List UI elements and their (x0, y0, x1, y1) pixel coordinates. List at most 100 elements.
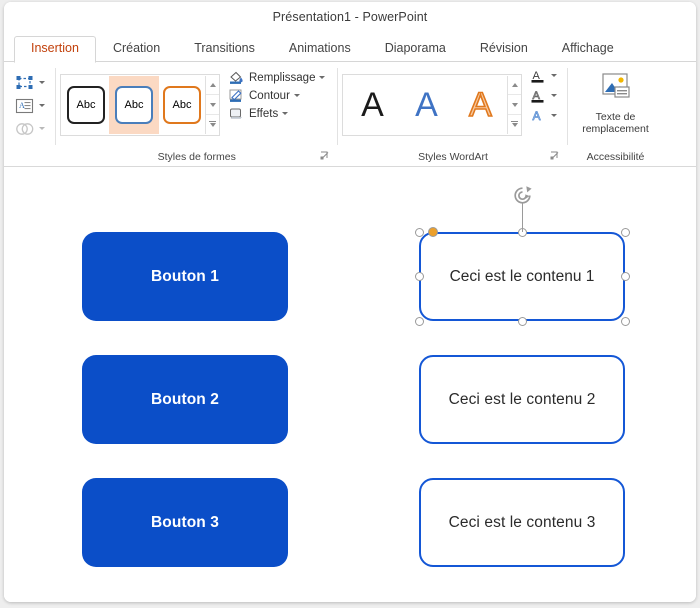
group-separator (567, 68, 569, 145)
scroll-up-button[interactable] (206, 76, 219, 96)
svg-text:A: A (533, 109, 541, 123)
chevron-down-icon[interactable] (319, 76, 326, 79)
wordart-preview-glyph: A (415, 85, 438, 124)
chevron-down-icon[interactable] (39, 81, 45, 84)
group-label-shape-styles: Styles de formes (60, 147, 333, 167)
group-separator (55, 68, 56, 145)
scroll-up-icon (209, 82, 216, 87)
group-label-accessibility: Accessibilité (586, 151, 645, 163)
text-box-icon: A (14, 97, 36, 115)
chevron-down-icon[interactable] (551, 74, 558, 77)
dialog-launcher-icon[interactable] (320, 151, 329, 160)
shape-style-swatch-3[interactable]: Abc (159, 77, 205, 133)
group-wordart-styles: A A A A A A Styles WordArt (342, 62, 563, 167)
tab-revision[interactable]: Révision (463, 36, 545, 62)
chevron-down-icon[interactable] (551, 114, 558, 117)
resize-handle-top-right[interactable] (620, 227, 630, 237)
scroll-up-button[interactable] (508, 76, 522, 96)
shape-effects-label: Effets (249, 107, 279, 120)
chevron-down-icon[interactable] (39, 104, 45, 107)
shape-style-preview: Abc (115, 85, 153, 124)
tab-insertion[interactable]: Insertion (14, 36, 96, 63)
resize-handle-middle-right[interactable] (620, 272, 630, 281)
resize-handle-middle-left[interactable] (414, 272, 424, 281)
powerpoint-window: Présentation1 - PowerPoint Insertion Cré… (4, 2, 696, 602)
wordart-preview-glyph: A (361, 85, 384, 124)
scroll-down-icon (511, 102, 518, 107)
shape-bouton-2[interactable]: Bouton 2 (82, 355, 288, 444)
tab-creation[interactable]: Création (96, 36, 177, 62)
shape-effects-button[interactable]: Effets (228, 106, 325, 121)
text-fill-button[interactable]: A (530, 68, 558, 84)
group-label-wordart-styles: Styles WordArt (342, 147, 563, 167)
chevron-down-icon[interactable] (39, 127, 45, 130)
wordart-styles-gallery[interactable]: A A A (342, 73, 523, 136)
text-outline-button[interactable]: A (530, 88, 558, 104)
shape-bouton-3[interactable]: Bouton 3 (82, 478, 288, 567)
group-separator (337, 68, 339, 145)
scroll-down-button[interactable] (508, 95, 522, 115)
wordart-swatch-3[interactable]: A (453, 77, 507, 133)
shape-styles-scroll-column (205, 75, 219, 134)
chevron-down-icon[interactable] (282, 112, 289, 115)
text-effects-icon: A (530, 108, 547, 124)
scroll-down-button[interactable] (206, 95, 219, 115)
text-box-button[interactable]: A (14, 97, 45, 115)
more-styles-icon (511, 120, 519, 128)
more-shape-styles-button[interactable] (206, 115, 219, 134)
text-fill-icon: A (530, 68, 547, 84)
tab-animations[interactable]: Animations (272, 36, 368, 62)
text-outline-icon: A (530, 88, 547, 104)
fill-bucket-icon (228, 70, 245, 85)
ribbon-tab-strip: Insertion Création Transitions Animation… (4, 32, 696, 63)
resize-handle-bottom-left[interactable] (414, 316, 424, 326)
shape-style-swatch-2-selected[interactable]: Abc (109, 75, 159, 134)
shape-bouton-1[interactable]: Bouton 1 (82, 232, 288, 321)
wordart-tools-column: A A A (522, 68, 563, 142)
group-shape-styles: Abc Abc Abc Remplissage Contour Effets S… (60, 62, 333, 167)
chevron-down-icon[interactable] (293, 94, 300, 97)
arrange-shapes-icon (14, 74, 36, 92)
tab-transitions[interactable]: Transitions (177, 36, 272, 62)
shape-tools-column: A (10, 62, 51, 167)
wordart-swatch-1[interactable]: A (345, 77, 399, 133)
group-accessibility: Texte de remplacement Accessibilité (572, 62, 658, 167)
outline-pen-icon (228, 88, 245, 103)
scroll-down-icon (209, 102, 216, 107)
window-title: Présentation1 - PowerPoint (272, 10, 428, 24)
tab-affichage[interactable]: Affichage (545, 36, 631, 62)
shape-effects-icon (228, 106, 245, 121)
shape-style-preview: Abc (163, 85, 201, 124)
wordart-swatch-2[interactable]: A (399, 77, 453, 133)
arrange-shapes-button[interactable] (14, 74, 45, 92)
resize-handle-bottom-right[interactable] (620, 316, 630, 326)
resize-handle-bottom-center[interactable] (517, 316, 527, 326)
shape-style-swatch-1[interactable]: Abc (63, 77, 109, 133)
alt-text-picture-icon (597, 72, 633, 109)
text-effects-button[interactable]: A (530, 108, 558, 124)
shape-outline-label: Contour (249, 89, 290, 102)
merge-shapes-button[interactable] (14, 120, 45, 138)
svg-text:A: A (19, 101, 25, 110)
more-wordart-styles-button[interactable] (508, 115, 521, 134)
wordart-preview-glyph: A (468, 85, 492, 124)
tab-diaporama[interactable]: Diaporama (368, 36, 463, 62)
slide-canvas[interactable]: Bouton 1 Bouton 2 Bouton 3 Ceci est le c… (4, 167, 696, 602)
rotate-handle-icon[interactable] (512, 185, 533, 211)
alt-text-label: Texte de remplacement (582, 111, 649, 135)
title-bar: Présentation1 - PowerPoint (4, 2, 696, 32)
adjust-corner-handle[interactable] (428, 227, 438, 237)
shape-outline-button[interactable]: Contour (228, 88, 325, 103)
shape-contenu-2[interactable]: Ceci est le contenu 2 (419, 355, 625, 444)
more-styles-icon (209, 120, 216, 128)
ribbon: A Abc Abc Abc Remplissage Contour Effets… (4, 62, 696, 167)
shape-styles-gallery[interactable]: Abc Abc Abc (60, 73, 220, 136)
dialog-launcher-icon[interactable] (550, 151, 559, 160)
shape-contenu-1-selected[interactable]: Ceci est le contenu 1 (419, 232, 625, 321)
shape-fill-button[interactable]: Remplissage (228, 70, 326, 85)
shape-contenu-3[interactable]: Ceci est le contenu 3 (419, 478, 625, 567)
resize-handle-top-left[interactable] (414, 227, 424, 237)
alt-text-button[interactable]: Texte de remplacement (572, 72, 658, 137)
merge-shapes-icon (14, 120, 36, 138)
chevron-down-icon[interactable] (551, 94, 558, 97)
